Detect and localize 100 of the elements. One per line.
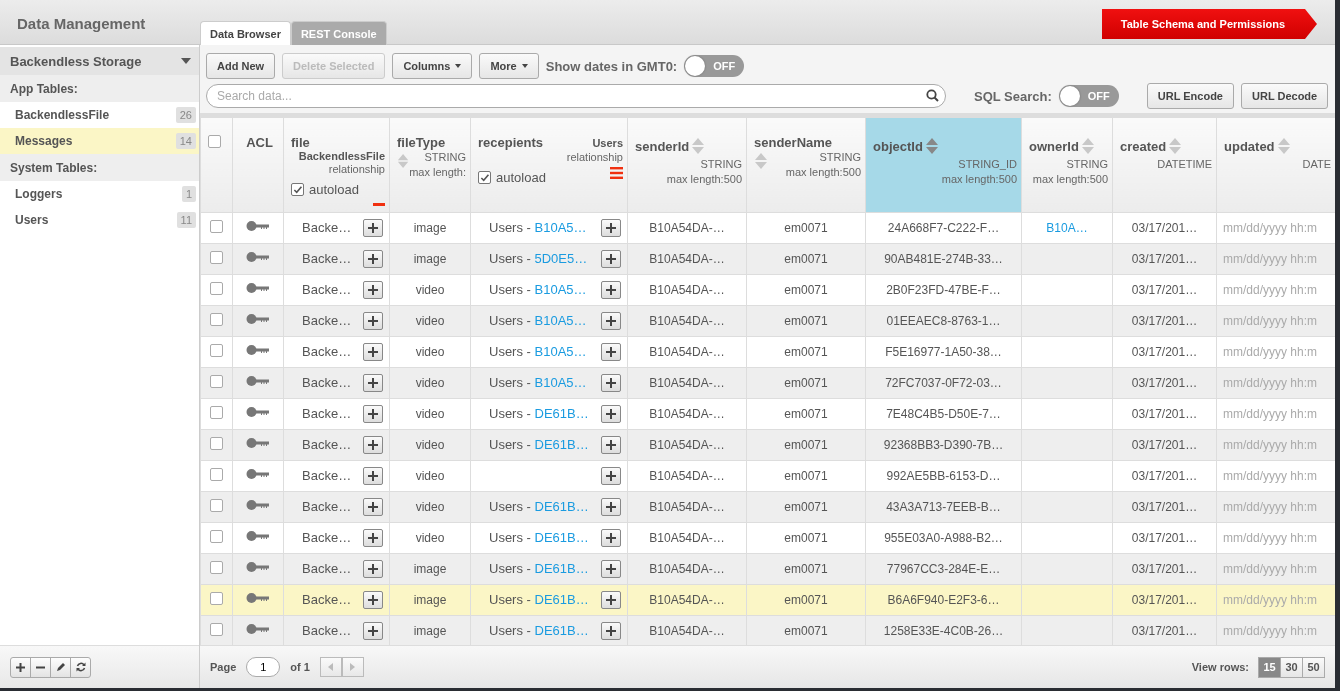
add-relation-button[interactable] bbox=[363, 528, 383, 547]
add-relation-button[interactable] bbox=[601, 590, 621, 609]
row-checkbox[interactable] bbox=[210, 281, 223, 295]
dropdown-button[interactable]: Columns bbox=[392, 53, 473, 79]
schema-button[interactable]: Table Schema and Permissions bbox=[1101, 9, 1317, 39]
row-checkbox[interactable] bbox=[210, 219, 223, 233]
search-icon[interactable] bbox=[926, 89, 939, 102]
toggle-switch[interactable]: OFF bbox=[684, 55, 745, 77]
relation-link[interactable]: B10A5… bbox=[534, 282, 587, 297]
add-relation-button[interactable] bbox=[363, 280, 383, 299]
table-item[interactable]: Messages 14 bbox=[0, 128, 199, 154]
add-relation-button[interactable] bbox=[601, 404, 621, 423]
add-relation-button[interactable] bbox=[363, 466, 383, 485]
add-relation-button[interactable] bbox=[363, 497, 383, 516]
relation-link[interactable]: DE61B… bbox=[534, 592, 589, 607]
add-relation-button[interactable] bbox=[601, 559, 621, 578]
page-field[interactable]: 1 bbox=[246, 657, 281, 677]
row-checkbox[interactable] bbox=[210, 343, 223, 357]
refresh-button[interactable] bbox=[70, 656, 91, 678]
row-checkbox[interactable] bbox=[210, 529, 223, 543]
edit-button[interactable] bbox=[50, 656, 71, 678]
relation-link[interactable]: DE61B… bbox=[534, 530, 589, 545]
key-icon[interactable] bbox=[246, 313, 270, 325]
column-header[interactable]: recepients bbox=[478, 135, 544, 150]
column-header[interactable]: created bbox=[1120, 138, 1167, 154]
add-relation-button[interactable] bbox=[601, 466, 621, 485]
dropdown-button[interactable]: More bbox=[479, 53, 539, 79]
row-checkbox[interactable] bbox=[210, 622, 223, 636]
row-checkbox[interactable] bbox=[210, 560, 223, 574]
column-header[interactable]: file bbox=[291, 135, 310, 150]
add-relation-button[interactable] bbox=[363, 559, 383, 578]
relation-link[interactable]: DE61B… bbox=[534, 499, 589, 514]
add-relation-button[interactable] bbox=[363, 404, 383, 423]
row-checkbox[interactable] bbox=[210, 405, 223, 419]
key-icon[interactable] bbox=[246, 282, 270, 294]
menu-icon[interactable] bbox=[610, 167, 623, 179]
add-relation-button[interactable] bbox=[601, 621, 621, 640]
url-button[interactable]: URL Decode bbox=[1241, 83, 1329, 109]
toolbar-button[interactable]: Add New bbox=[206, 53, 276, 79]
relation-link[interactable]: DE61B… bbox=[534, 623, 589, 638]
add-relation-button[interactable] bbox=[601, 373, 621, 392]
add-relation-button[interactable] bbox=[363, 342, 383, 361]
row-checkbox[interactable] bbox=[210, 312, 223, 326]
add-relation-button[interactable] bbox=[601, 435, 621, 454]
row-checkbox[interactable] bbox=[210, 467, 223, 481]
relation-link[interactable]: 5D0E5… bbox=[534, 251, 588, 266]
add-relation-button[interactable] bbox=[601, 342, 621, 361]
relation-link[interactable]: DE61B… bbox=[534, 406, 589, 421]
key-icon[interactable] bbox=[246, 406, 270, 418]
row-checkbox[interactable] bbox=[210, 374, 223, 388]
relation-link[interactable]: B10A5… bbox=[534, 313, 587, 328]
page-size-button[interactable]: 50 bbox=[1302, 656, 1325, 678]
tab[interactable]: Data Browser bbox=[200, 21, 291, 45]
select-all-checkbox[interactable] bbox=[208, 135, 221, 148]
relation-link[interactable]: B10A5… bbox=[534, 344, 587, 359]
add-relation-button[interactable] bbox=[601, 311, 621, 330]
key-icon[interactable] bbox=[246, 437, 270, 449]
column-header[interactable]: ownerId bbox=[1029, 138, 1079, 154]
add-relation-button[interactable] bbox=[601, 249, 621, 268]
page-size-button[interactable]: 15 bbox=[1258, 656, 1281, 678]
relation-link[interactable]: DE61B… bbox=[534, 561, 589, 576]
row-checkbox[interactable] bbox=[210, 591, 223, 605]
toggle-switch[interactable]: OFF bbox=[1058, 85, 1119, 107]
tab[interactable]: REST Console bbox=[290, 21, 387, 45]
storage-dropdown[interactable]: Backendless Storage bbox=[0, 47, 199, 75]
key-icon[interactable] bbox=[246, 468, 270, 480]
page-size-button[interactable]: 30 bbox=[1280, 656, 1303, 678]
column-header[interactable]: updated bbox=[1224, 138, 1275, 154]
key-icon[interactable] bbox=[246, 344, 270, 356]
key-icon[interactable] bbox=[246, 592, 270, 604]
key-icon[interactable] bbox=[246, 530, 270, 542]
key-icon[interactable] bbox=[246, 220, 270, 232]
add-relation-button[interactable] bbox=[601, 218, 621, 237]
relation-link[interactable]: B10A5… bbox=[534, 220, 587, 235]
add-relation-button[interactable] bbox=[601, 528, 621, 547]
add-button[interactable] bbox=[10, 656, 31, 678]
row-checkbox[interactable] bbox=[210, 250, 223, 264]
url-button[interactable]: URL Encode bbox=[1146, 83, 1234, 109]
key-icon[interactable] bbox=[246, 623, 270, 635]
key-icon[interactable] bbox=[246, 375, 270, 387]
key-icon[interactable] bbox=[246, 561, 270, 573]
add-relation-button[interactable] bbox=[363, 373, 383, 392]
add-relation-button[interactable] bbox=[363, 435, 383, 454]
add-relation-button[interactable] bbox=[363, 249, 383, 268]
add-relation-button[interactable] bbox=[363, 590, 383, 609]
relation-link[interactable]: DE61B… bbox=[534, 437, 589, 452]
autoload-checkbox[interactable] bbox=[291, 183, 304, 196]
column-header[interactable]: fileType bbox=[397, 135, 446, 150]
column-header[interactable]: objectId bbox=[873, 138, 923, 154]
add-relation-button[interactable] bbox=[601, 497, 621, 516]
row-checkbox[interactable] bbox=[210, 498, 223, 512]
column-header[interactable]: senderId bbox=[635, 138, 690, 154]
search-field[interactable]: Search data... bbox=[206, 84, 946, 108]
add-relation-button[interactable] bbox=[363, 621, 383, 640]
key-icon[interactable] bbox=[246, 251, 270, 263]
add-relation-button[interactable] bbox=[363, 311, 383, 330]
row-checkbox[interactable] bbox=[210, 436, 223, 450]
relation-link[interactable]: B10A5… bbox=[534, 375, 587, 390]
add-relation-button[interactable] bbox=[363, 218, 383, 237]
caret-icon[interactable] bbox=[181, 58, 191, 64]
